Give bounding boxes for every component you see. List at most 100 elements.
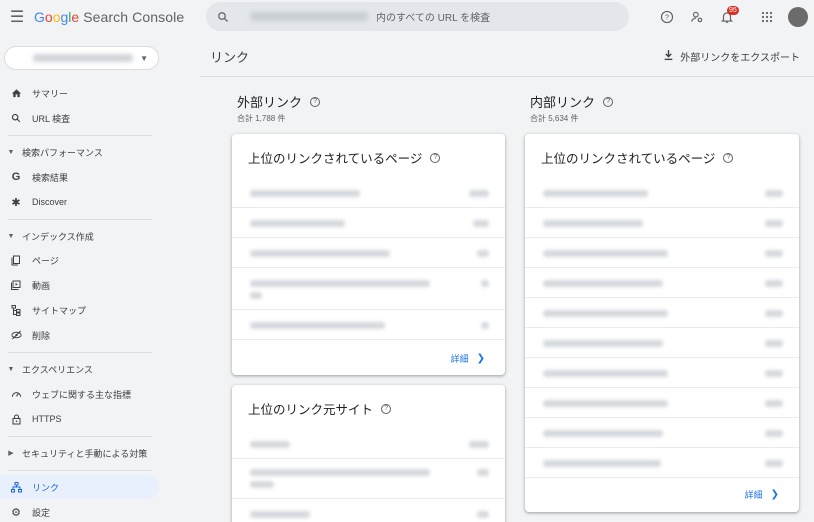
help-icon[interactable]: ? (723, 152, 734, 163)
table-row[interactable] (232, 238, 505, 268)
sidebar-item-core-web-vitals[interactable]: ウェブに関する主な指標 (0, 382, 159, 406)
internal-top-pages-card: 上位のリンクされているページ ? 詳細 ❯ (525, 134, 799, 512)
search-placeholder: 内のすべての URL を検査 (376, 13, 491, 24)
account-avatar[interactable] (788, 7, 808, 27)
help-icon[interactable]: ? (381, 403, 392, 414)
removals-icon (0, 330, 32, 340)
section-label: 検索パフォーマンス (22, 147, 103, 158)
property-selector[interactable]: ▼ (4, 46, 159, 70)
chevron-right-icon: ❯ (770, 489, 779, 500)
sidebar-item-label: サイトマップ (32, 305, 87, 316)
table-row[interactable] (525, 298, 799, 328)
table-row[interactable] (525, 328, 799, 358)
sidebar-item-settings[interactable]: ⚙ 設定 (0, 500, 159, 522)
sidebar-item-url-inspection[interactable]: URL 検査 (0, 106, 159, 130)
table-row[interactable] (525, 178, 799, 208)
more-label: 詳細 (450, 354, 469, 364)
sidebar-item-removals[interactable]: 削除 (0, 323, 159, 347)
logo-letter: g (60, 9, 69, 25)
sidebar-item-videos[interactable]: 動画 (0, 273, 159, 297)
sidebar-section-security[interactable]: ▶ セキュリティと手動による対策 (0, 443, 160, 463)
page-title: リンク (210, 50, 250, 65)
property-name-redacted (33, 54, 133, 62)
more-details-link[interactable]: 詳細 ❯ (745, 488, 779, 501)
sidebar-item-links[interactable]: リンク (0, 475, 159, 499)
sidebar-item-label: Discover (32, 197, 68, 207)
search-console-logo[interactable]: Google Search Console (34, 0, 184, 34)
table-row[interactable] (232, 499, 505, 522)
links-icon (0, 481, 32, 493)
search-icon (0, 113, 32, 123)
sidebar-section-experience[interactable]: ▼ エクスペリエンス (0, 359, 160, 379)
sidebar-divider (8, 135, 152, 136)
table-row[interactable] (232, 208, 505, 238)
sidebar-item-summary[interactable]: サマリー (0, 81, 159, 105)
sidebar-section-performance[interactable]: ▼ 検索パフォーマンス (0, 142, 160, 162)
sidebar-divider (8, 219, 152, 220)
notification-badge: 95 (727, 6, 739, 15)
card-title-text: 上位のリンクされているページ (248, 152, 423, 166)
table-row[interactable] (525, 238, 799, 268)
more-details-link[interactable]: 詳細 ❯ (451, 352, 485, 365)
caret-down-icon: ▼ (7, 232, 15, 240)
sidebar-item-label: 動画 (32, 280, 51, 291)
help-icon[interactable]: ? (603, 96, 614, 107)
sidebar-item-label: 削除 (32, 330, 51, 341)
notifications-icon[interactable]: 95 (712, 2, 742, 32)
table-row[interactable] (525, 268, 799, 298)
table-row[interactable] (525, 418, 799, 448)
card-title: 上位のリンク元サイト ? (248, 399, 392, 418)
external-links-total: 合計 1,788 件 (237, 114, 286, 123)
sidebar-item-discover[interactable]: ✱ Discover (0, 190, 159, 214)
manage-users-icon[interactable] (682, 2, 712, 32)
external-top-pages-card: 上位のリンクされているページ ? 詳細 ❯ (232, 134, 505, 375)
sidebar-item-label: 検索結果 (32, 172, 69, 183)
table-row[interactable] (232, 268, 505, 310)
table-row[interactable] (232, 459, 505, 499)
download-icon (663, 49, 674, 64)
url-inspection-search[interactable]: 内のすべての URL を検査 (206, 2, 629, 31)
heading-text: 内部リンク (530, 95, 596, 110)
card-title-text: 上位のリンクされているページ (541, 152, 716, 166)
sidebar-divider (8, 470, 152, 471)
external-links-heading: 外部リンク ? (237, 92, 321, 111)
help-icon[interactable]: ? (652, 2, 682, 32)
sidebar-item-label: 設定 (32, 507, 51, 518)
export-label: 外部リンクをエクスポート (680, 53, 800, 64)
table-row[interactable] (525, 208, 799, 238)
sidebar-item-sitemaps[interactable]: サイトマップ (0, 298, 159, 322)
external-top-sites-card: 上位のリンク元サイト ? (232, 385, 505, 522)
section-label: インデックス作成 (22, 231, 94, 242)
gauge-icon (0, 389, 32, 399)
video-icon (0, 280, 32, 290)
table-row[interactable] (525, 448, 799, 478)
logo-letter: e (71, 9, 80, 25)
home-icon (0, 88, 32, 99)
table-row[interactable] (232, 429, 505, 459)
lock-icon (0, 414, 32, 425)
sidebar-item-search-results[interactable]: G 検索結果 (0, 165, 159, 189)
help-icon[interactable]: ? (310, 96, 321, 107)
caret-down-icon: ▼ (7, 148, 15, 156)
section-label: セキュリティと手動による対策 (22, 448, 148, 459)
table-row[interactable] (525, 358, 799, 388)
internal-links-heading: 内部リンク ? (530, 92, 614, 111)
sidebar-item-pages[interactable]: ページ (0, 248, 159, 272)
table-row[interactable] (232, 310, 505, 340)
sidebar-section-index[interactable]: ▼ インデックス作成 (0, 226, 160, 246)
logo-product-name: Search Console (83, 9, 185, 25)
search-icon (206, 11, 240, 23)
sidebar-item-https[interactable]: HTTPS (0, 407, 159, 431)
hamburger-menu-icon[interactable]: ☰ (0, 0, 34, 34)
chevron-right-icon: ❯ (476, 353, 485, 364)
table-row[interactable] (525, 388, 799, 418)
export-external-links-button[interactable]: 外部リンクをエクスポート (663, 49, 800, 64)
card-title: 上位のリンクされているページ ? (248, 148, 441, 167)
card-title: 上位のリンクされているページ ? (541, 148, 734, 167)
gear-icon: ⚙ (11, 506, 21, 519)
apps-grid-icon[interactable] (752, 2, 782, 32)
logo-letter: o (52, 9, 61, 25)
help-icon[interactable]: ? (430, 152, 441, 163)
table-row[interactable] (232, 178, 505, 208)
sidebar-divider (8, 436, 152, 437)
